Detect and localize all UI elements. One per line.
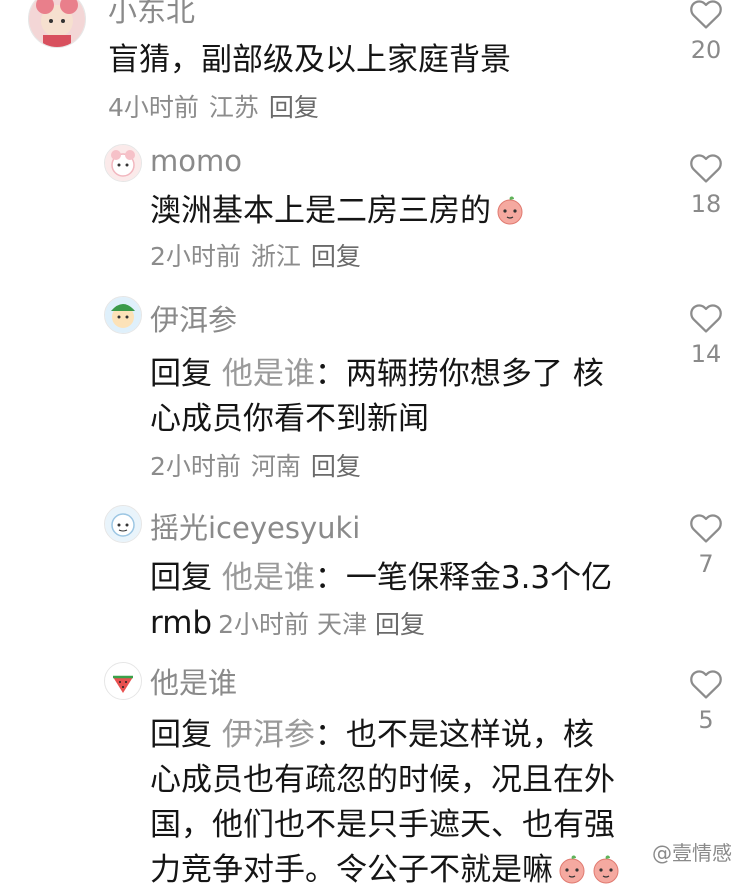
timestamp: 2小时前 — [150, 452, 241, 481]
username[interactable]: momo — [150, 144, 242, 178]
like-button[interactable]: 20 — [684, 0, 728, 64]
comment-text-line: ：也不是这样说，核 — [314, 717, 594, 753]
reply-button[interactable]: 回复 — [269, 93, 319, 122]
location: 浙江 — [250, 242, 301, 271]
peach-face-emoji-icon — [497, 196, 523, 225]
comment-text-line: rmb — [150, 605, 213, 641]
username[interactable]: 他是谁 — [150, 660, 237, 702]
timestamp: 2小时前 — [150, 242, 241, 271]
like-button[interactable]: 14 — [684, 302, 728, 368]
location: 江苏 — [208, 93, 259, 122]
reply-button[interactable]: 回复 — [311, 452, 361, 481]
avatar[interactable] — [104, 505, 142, 543]
timestamp: 4小时前 — [108, 93, 199, 122]
comment-text: 回复 他是谁：一笔保释金3.3个亿 rmb 2小时前 天津 回复 — [150, 556, 650, 647]
comment-meta: 2小时前 天津 回复 — [212, 610, 425, 639]
heart-icon — [690, 154, 722, 183]
like-count: 20 — [690, 36, 722, 64]
comment-text-line: ：一笔保释金3.3个亿 — [314, 560, 613, 596]
like-button[interactable]: 5 — [684, 668, 728, 734]
like-count: 14 — [690, 340, 722, 368]
reply-target-username[interactable]: 伊洱参 — [222, 717, 315, 753]
location: 天津 — [316, 610, 367, 639]
comment-text: 盲猜，副部级及以上家庭背景 — [108, 42, 511, 78]
peach-face-emoji-icon — [593, 855, 619, 884]
heart-icon — [690, 670, 722, 699]
peach-face-emoji-icon — [559, 855, 585, 884]
comment-text-line: 国，他们也不是只手遮天、也有强 — [150, 807, 615, 843]
like-count: 5 — [698, 706, 714, 734]
comment-text-line: 心成员你看不到新闻 — [150, 401, 429, 437]
reply-button[interactable]: 回复 — [311, 242, 361, 271]
watermark: @壹情感 — [648, 837, 736, 866]
comment-text-line: 心成员也有疏忽的时候，况且在外 — [150, 762, 615, 798]
heart-icon — [690, 514, 722, 543]
like-button[interactable]: 18 — [684, 152, 728, 218]
like-count: 7 — [698, 550, 714, 578]
like-count: 18 — [690, 190, 722, 218]
like-button[interactable]: 7 — [684, 512, 728, 578]
username[interactable]: 伊洱参 — [150, 297, 237, 339]
avatar[interactable] — [104, 296, 142, 334]
comment-text: 澳洲基本上是二房三房的 — [150, 189, 650, 234]
comment-text-line: ：两辆捞你想多了 核 — [314, 356, 604, 392]
reply-target-username[interactable]: 他是谁 — [222, 560, 315, 596]
avatar[interactable] — [104, 144, 142, 182]
username[interactable]: 小东北 — [108, 0, 195, 30]
avatar[interactable] — [28, 0, 86, 48]
comment-text-content: 澳洲基本上是二房三房的 — [150, 193, 491, 229]
comment-meta: 4小时前 江苏 回复 — [108, 88, 319, 124]
comment-text-line: 力竞争对手。令公子不就是嘛 — [150, 852, 553, 888]
reply-target-username[interactable]: 他是谁 — [222, 356, 315, 392]
comment-meta: 2小时前 河南 回复 — [150, 447, 361, 483]
comment-meta: 2小时前 浙江 回复 — [150, 237, 361, 273]
username[interactable]: 摇光iceyesyuki — [150, 505, 360, 547]
heart-icon — [690, 304, 722, 333]
location: 河南 — [250, 452, 301, 481]
avatar[interactable] — [104, 662, 142, 700]
comment-text: 回复 他是谁：两辆捞你想多了 核 心成员你看不到新闻 — [150, 352, 650, 442]
comment-text: 回复 伊洱参：也不是这样说，核 心成员也有疏忽的时候，况且在外 国，他们也不是只… — [150, 713, 670, 893]
timestamp: 2小时前 — [218, 610, 309, 639]
reply-prefix: 回复 — [150, 356, 212, 392]
heart-icon — [690, 0, 722, 29]
reply-prefix: 回复 — [150, 560, 212, 596]
reply-button[interactable]: 回复 — [375, 610, 425, 639]
reply-prefix: 回复 — [150, 717, 212, 753]
